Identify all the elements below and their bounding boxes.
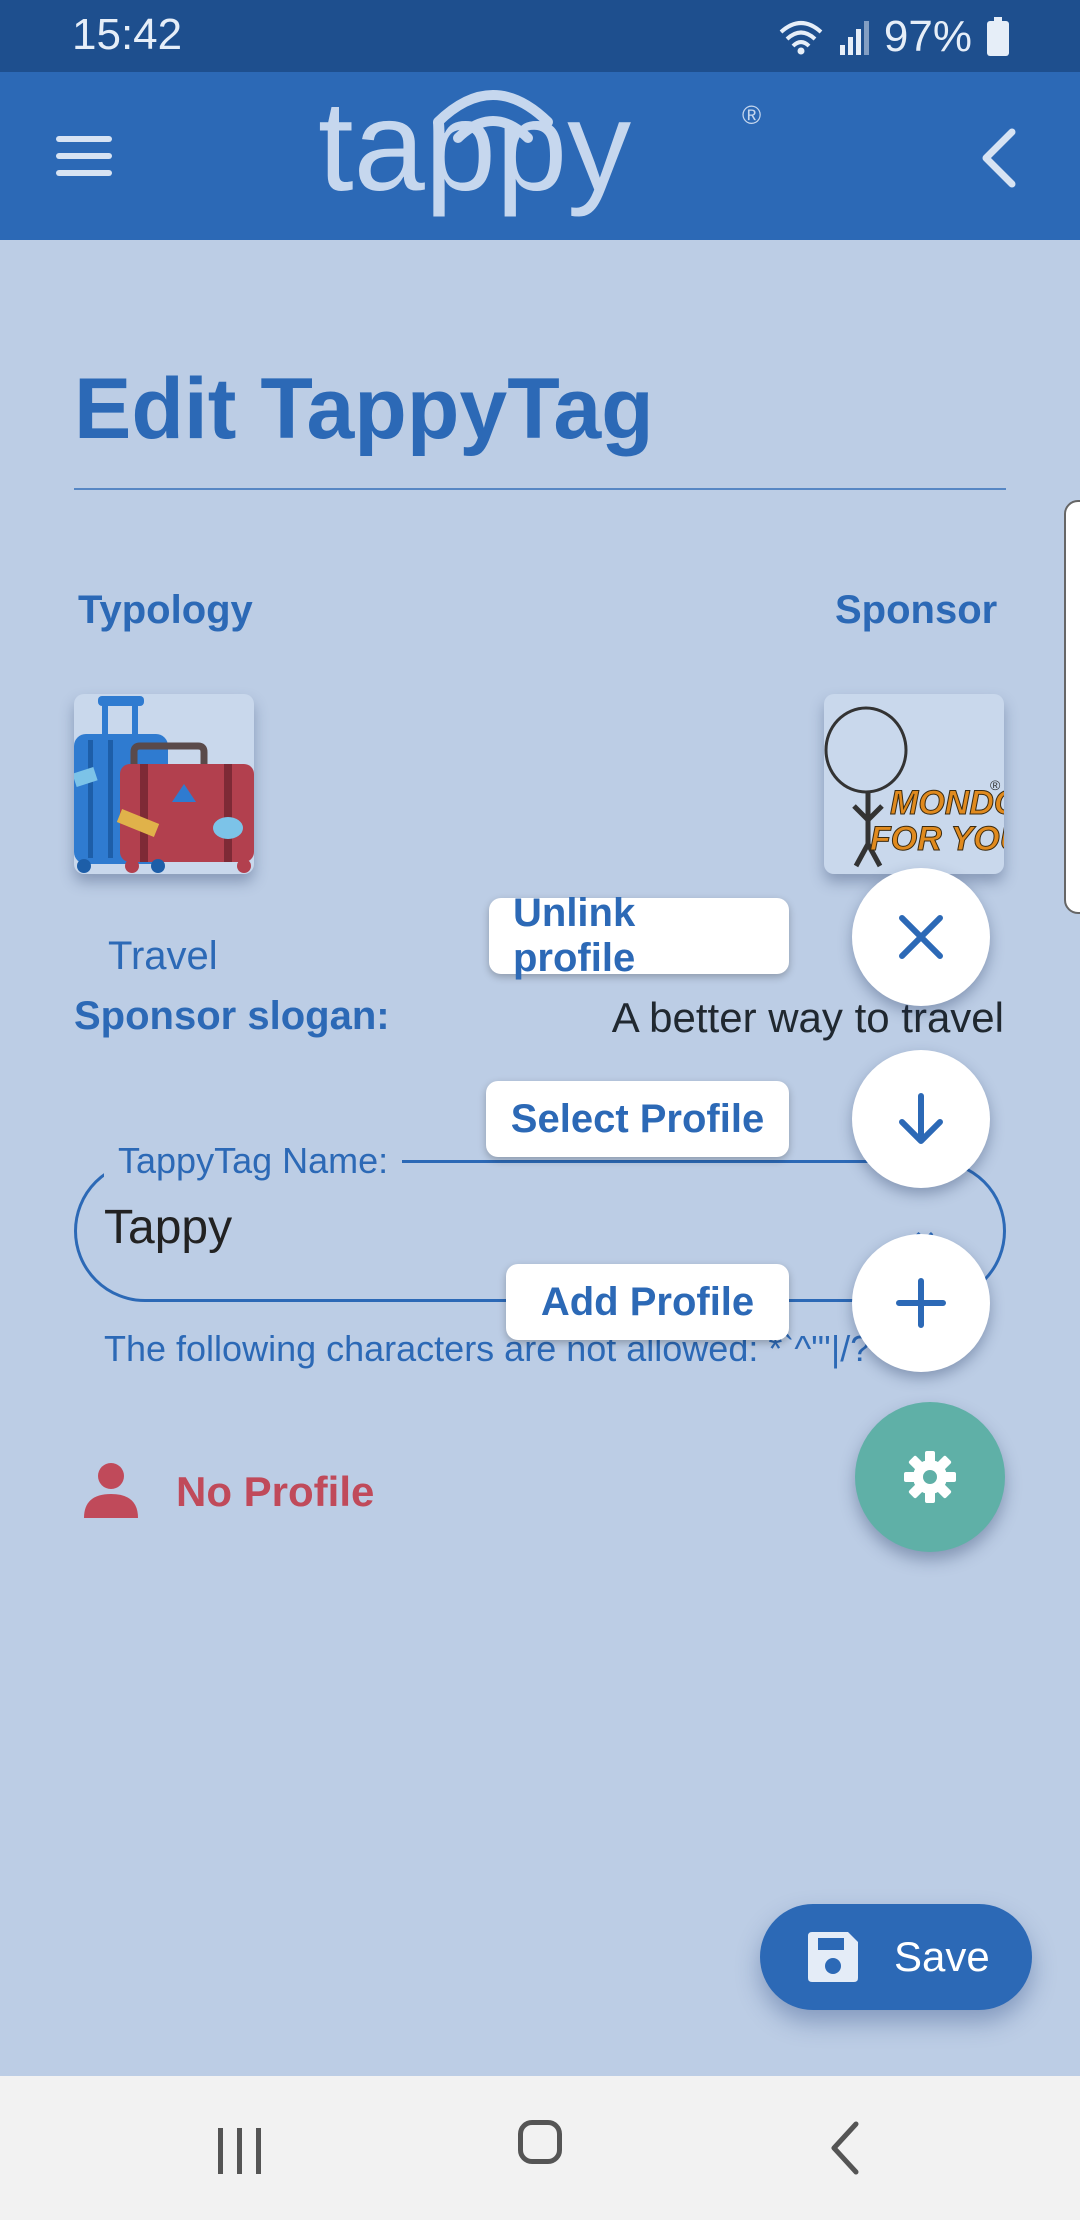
sponsor-logo-image[interactable]: MONDO FOR YOU ® xyxy=(824,694,1004,874)
sponsor-logo-registered: ® xyxy=(990,777,1001,793)
status-time: 15:42 xyxy=(72,10,183,59)
unlink-profile-label[interactable]: Unlink profile xyxy=(489,891,789,980)
nav-back-icon[interactable] xyxy=(826,2120,866,2176)
battery-percent: 97% xyxy=(883,12,972,61)
tappytag-name-value[interactable]: Tappy xyxy=(104,1200,232,1255)
battery-icon xyxy=(987,17,1009,56)
signal-icon xyxy=(839,21,869,55)
gear-icon xyxy=(904,1451,956,1503)
home-icon[interactable] xyxy=(518,2120,562,2164)
typology-label: Typology xyxy=(78,588,253,632)
typology-value: Travel xyxy=(108,934,218,978)
select-profile-button[interactable] xyxy=(852,1050,990,1188)
close-icon xyxy=(899,915,943,959)
sponsor-logo-line1: MONDO xyxy=(890,784,1004,822)
page-title: Edit TappyTag xyxy=(74,361,654,457)
tappy-logo: tappy ® xyxy=(318,78,761,218)
save-button[interactable]: Save xyxy=(760,1904,1032,2010)
sponsor-label: Sponsor xyxy=(835,588,998,632)
select-profile-label[interactable]: Select Profile xyxy=(486,1081,789,1157)
save-icon xyxy=(808,1932,858,1982)
back-icon[interactable] xyxy=(970,118,1030,198)
sponsor-logo-line2: FOR YOU xyxy=(870,820,1004,858)
add-profile-button[interactable] xyxy=(852,1234,990,1372)
wifi-icon xyxy=(779,21,823,55)
arrow-down-icon xyxy=(899,1093,943,1144)
save-label: Save xyxy=(894,1933,990,1980)
title-divider xyxy=(74,488,1006,490)
sponsor-slogan-label: Sponsor slogan: xyxy=(74,994,390,1038)
profile-status: No Profile xyxy=(176,1468,375,1515)
suitcase-icon xyxy=(74,696,254,873)
settings-fab[interactable] xyxy=(855,1402,1005,1552)
tappytag-name-label: TappyTag Name: xyxy=(104,1140,403,1182)
menu-icon[interactable] xyxy=(56,136,112,176)
add-profile-label[interactable]: Add Profile xyxy=(506,1264,789,1340)
person-icon xyxy=(84,1463,138,1518)
side-drawer-handle[interactable] xyxy=(1064,500,1080,914)
unlink-profile-button[interactable] xyxy=(852,868,990,1006)
typology-image[interactable] xyxy=(74,694,254,874)
recents-icon[interactable] xyxy=(216,2126,264,2176)
logo-registered: ® xyxy=(742,100,761,130)
sponsor-logo-icon: MONDO FOR YOU ® xyxy=(824,706,1004,868)
plus-icon xyxy=(896,1278,946,1328)
status-icons: 97% xyxy=(778,12,1010,62)
